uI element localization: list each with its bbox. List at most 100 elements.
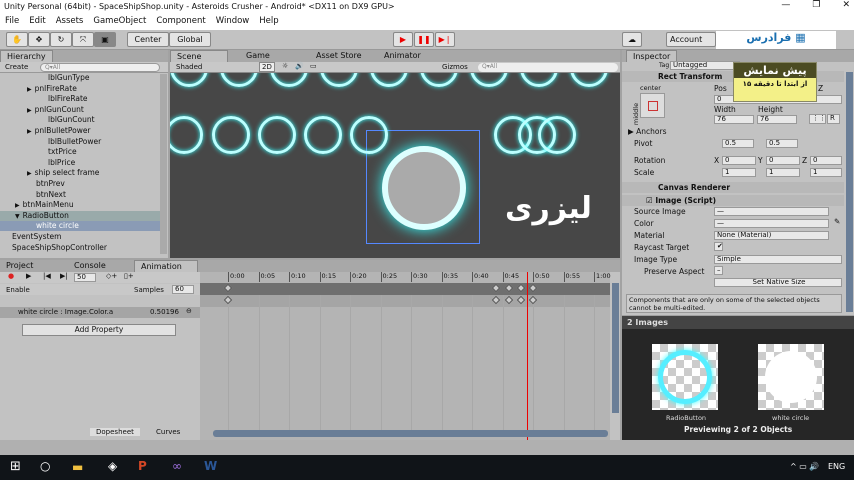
menu-component[interactable]: Component <box>156 16 205 28</box>
ring-sprite[interactable] <box>212 116 250 154</box>
hierarchy-item[interactable]: btnPrev <box>0 179 160 189</box>
expand-arrow-icon[interactable]: ▶ <box>27 128 32 135</box>
audio-icon[interactable]: 🔊 <box>295 62 304 70</box>
hierarchy-item[interactable]: btnNext <box>0 190 160 200</box>
blueprint-button[interactable]: ⋮⋮ <box>809 114 826 124</box>
cloud-icon[interactable]: ☁ <box>622 32 642 47</box>
add-property-button[interactable]: Add Property <box>22 324 176 336</box>
hierarchy-item[interactable]: ▶ ship select frame <box>0 168 160 178</box>
rotation-x-field[interactable]: 0 <box>722 156 756 165</box>
property-row[interactable]: white circle : Image.Color.a 0.50196 ⊖ <box>0 307 200 318</box>
raw-edit-button[interactable]: R <box>827 114 840 124</box>
menu-edit[interactable]: Edit <box>29 16 45 28</box>
hierarchy-item[interactable]: lblBulletPower <box>0 137 160 147</box>
rotation-z-field[interactable]: 0 <box>810 156 842 165</box>
hierarchy-item[interactable]: ▶ pnlGunCount <box>0 105 160 115</box>
global-button[interactable]: Global <box>169 32 211 47</box>
menu-assets[interactable]: Assets <box>56 16 84 28</box>
image-type-dropdown[interactable]: Simple <box>714 255 842 264</box>
tag-dropdown[interactable]: Untagged <box>670 61 740 70</box>
ring-sprite[interactable] <box>520 73 558 87</box>
next-key-button[interactable]: ▶| <box>60 272 68 280</box>
white-circle-sprite[interactable] <box>382 146 466 230</box>
system-tray-icons[interactable]: ^ ▭ 🔊 <box>790 462 819 471</box>
hierarchy-item[interactable]: lblFireRate <box>0 94 160 104</box>
ring-sprite[interactable] <box>350 116 388 154</box>
hierarchy-item[interactable]: SpaceShipShopController <box>0 243 160 253</box>
tab-animator[interactable]: Animator <box>378 50 427 62</box>
ring-sprite[interactable] <box>420 73 458 87</box>
windows-start-icon[interactable]: ⊞ <box>10 459 21 474</box>
file-explorer-icon[interactable]: ▬ <box>72 460 83 474</box>
scene-search-input[interactable]: Q▾All <box>478 63 618 72</box>
remove-property-icon[interactable]: ⊖ <box>186 307 192 315</box>
tab-project[interactable]: Project <box>0 260 60 272</box>
samples-field[interactable]: 60 <box>172 285 194 294</box>
radiobutton-thumbnail[interactable] <box>652 344 718 410</box>
menu-window[interactable]: Window <box>216 16 250 28</box>
scale-x-field[interactable]: 1 <box>722 168 756 177</box>
frame-field[interactable]: 50 <box>74 273 96 282</box>
add-event-button[interactable]: ▯+ <box>124 272 134 280</box>
expand-arrow-icon[interactable]: ▶ <box>27 86 32 93</box>
tab-scene[interactable]: Scene <box>170 50 228 62</box>
ring-sprite[interactable] <box>170 73 208 87</box>
tab-dopesheet[interactable]: Dopesheet <box>90 428 140 436</box>
source-image-field[interactable]: — <box>714 207 829 216</box>
word-icon[interactable]: W <box>204 459 217 473</box>
add-keyframe-button[interactable]: ◇+ <box>106 272 117 280</box>
menu-file[interactable]: File <box>5 16 19 28</box>
canvas-renderer-header[interactable]: Canvas Renderer <box>658 183 730 192</box>
pivot-center-button[interactable]: Center <box>127 32 169 47</box>
inspector-scrollbar[interactable] <box>846 72 853 312</box>
property-value[interactable]: 0.50196 <box>150 308 179 316</box>
shading-dropdown[interactable]: Shaded <box>176 63 202 71</box>
hierarchy-item[interactable]: lblGunCount <box>0 115 160 125</box>
ring-sprite[interactable] <box>304 116 342 154</box>
rotation-y-field[interactable]: 0 <box>766 156 800 165</box>
tab-game[interactable]: Game <box>240 50 276 62</box>
eyedropper-icon[interactable]: ✎ <box>834 217 840 226</box>
hierarchy-item[interactable]: txtPrice <box>0 147 160 157</box>
hierarchy-item[interactable]: white circle <box>0 221 160 232</box>
play-preview-button[interactable]: ▶ <box>26 272 31 280</box>
create-button[interactable]: Create <box>5 63 28 71</box>
play-button[interactable]: ▶ <box>393 32 413 47</box>
tab-asset-store[interactable]: Asset Store <box>310 50 368 62</box>
hierarchy-item[interactable]: ▼ RadioButton <box>0 210 160 221</box>
unity-icon[interactable]: ◈ <box>108 459 117 473</box>
timeline-v-scrollbar[interactable] <box>612 283 619 413</box>
search-icon[interactable]: ○ <box>40 459 50 473</box>
record-button[interactable]: ● <box>8 272 14 280</box>
menu-help[interactable]: Help <box>259 16 278 28</box>
ring-sprite[interactable] <box>470 73 508 87</box>
hierarchy-item[interactable]: ▶ btnMainMenu <box>0 200 160 210</box>
minimize-button[interactable]: — <box>781 0 790 10</box>
ring-sprite[interactable] <box>170 116 203 154</box>
menu-gameobject[interactable]: GameObject <box>93 16 146 28</box>
material-field[interactable]: None (Material) <box>714 231 829 240</box>
hierarchy-item[interactable]: ▶ pnlFireRate <box>0 84 160 94</box>
close-button[interactable]: ✕ <box>842 0 850 10</box>
scale-y-field[interactable]: 1 <box>766 168 800 177</box>
rect-tool-icon[interactable]: ▣ <box>94 32 116 47</box>
expand-arrow-icon[interactable]: ▶ <box>27 107 32 114</box>
visual-studio-icon[interactable]: ∞ <box>172 459 182 473</box>
ring-sprite[interactable] <box>370 73 408 87</box>
lighting-icon[interactable]: ☼ <box>282 62 288 70</box>
height-field[interactable]: 76 <box>757 115 797 124</box>
expand-arrow-icon[interactable]: ▶ <box>27 170 32 177</box>
scale-tool-icon[interactable]: ⤧ <box>72 32 94 47</box>
timeline-h-scrollbar[interactable] <box>213 430 608 437</box>
preserve-aspect-checkbox[interactable]: – <box>714 266 723 275</box>
tab-curves[interactable]: Curves <box>150 428 186 436</box>
powerpoint-icon[interactable]: P <box>138 459 147 473</box>
white-circle-thumbnail[interactable] <box>758 344 824 410</box>
hand-tool-icon[interactable]: ✋ <box>6 32 28 47</box>
pivot-x-field[interactable]: 0.5 <box>722 139 754 148</box>
tab-console[interactable]: Console <box>68 260 128 272</box>
step-button[interactable]: ▶❘ <box>435 32 455 47</box>
image-script-header[interactable]: ☑ Image (Script) <box>646 196 716 205</box>
ring-sprite[interactable] <box>320 73 358 87</box>
dopesheet-timeline[interactable]: 0:00 0:05 0:10 0:15 0:20 0:25 0:30 0:35 0:40 0:45… <box>200 272 611 440</box>
